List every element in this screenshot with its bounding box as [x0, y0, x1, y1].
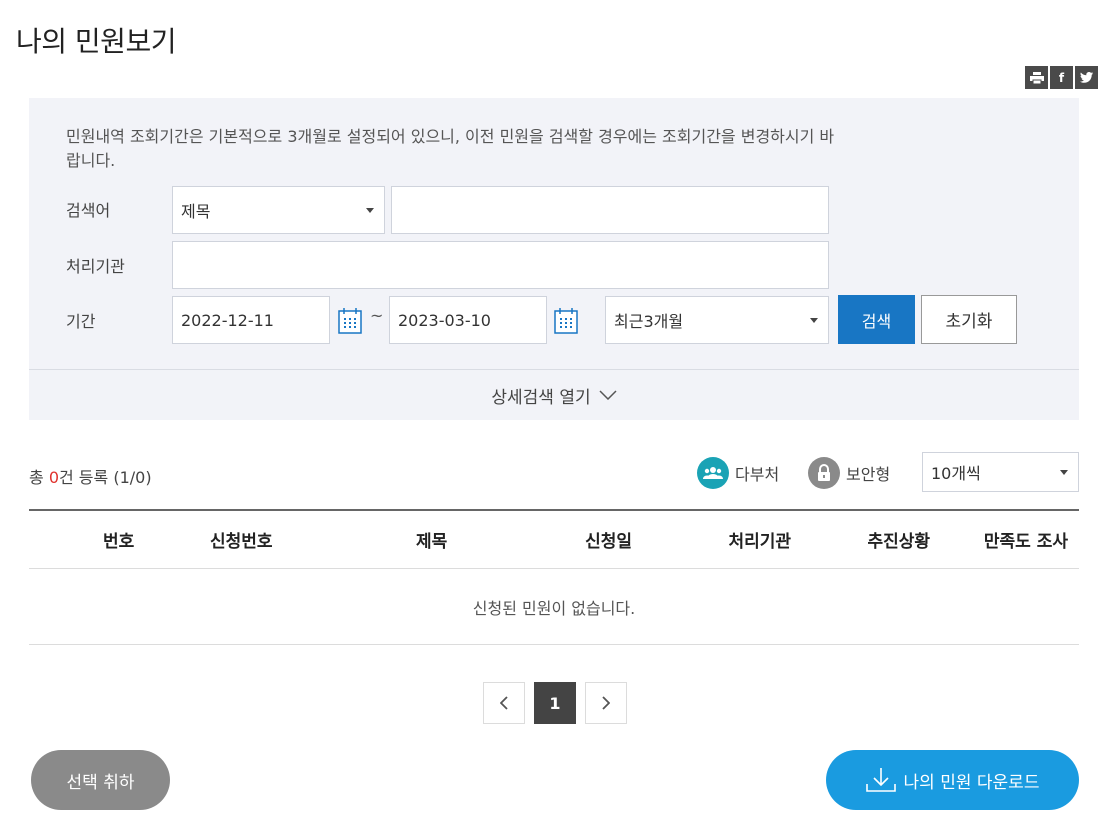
detail-search-label: 상세검색 열기 [491, 387, 591, 408]
keyword-input[interactable] [391, 186, 829, 234]
keyword-type-value: 제목 [181, 202, 211, 221]
column-header-status: 추진상황 [867, 532, 930, 552]
download-button[interactable]: 나의 민원 다운로드 [826, 750, 1079, 810]
search-panel: 민원내역 조회기간은 기본적으로 3개월로 설정되어 있으니, 이전 민원을 검… [29, 98, 1079, 420]
chevron-left-icon [500, 696, 508, 710]
column-header-date: 신청일 [585, 532, 632, 552]
deselect-button[interactable]: 선택 취하 [31, 750, 170, 810]
column-header-application-number: 신청번호 [210, 532, 273, 552]
lock-icon [808, 457, 840, 489]
calendar-icon[interactable] [338, 308, 362, 334]
summary-prefix: 총 [29, 468, 49, 487]
chevron-down-icon [366, 208, 374, 213]
detail-search-toggle[interactable]: 상세검색 열기 [29, 369, 1079, 420]
empty-message: 신청된 민원이 없습니다. [29, 569, 1079, 645]
column-header-title: 제목 [416, 532, 448, 552]
table-header: 번호 신청번호 제목 신청일 처리기관 추진상황 만족도 조사 [29, 511, 1079, 569]
chevron-down-icon [1060, 470, 1068, 475]
facebook-icon: f [1058, 70, 1065, 85]
period-preset-select[interactable]: 최근3개월 [605, 296, 829, 344]
pagination: 1 [483, 682, 627, 724]
page-title: 나의 민원보기 [16, 25, 176, 58]
summary-suffix: 건 등록 (1/0) [59, 468, 152, 487]
search-button[interactable]: 검색 [838, 295, 915, 344]
period-label: 기간 [66, 312, 96, 331]
page-size-value: 10개씩 [931, 464, 981, 483]
twitter-share-button[interactable] [1075, 66, 1098, 89]
people-icon [697, 457, 729, 489]
agency-label: 처리기관 [66, 257, 125, 276]
keyword-label: 검색어 [66, 201, 111, 220]
share-bar: f [1025, 66, 1098, 89]
reset-button[interactable]: 초기화 [921, 295, 1017, 344]
complaints-table: 번호 신청번호 제목 신청일 처리기관 추진상황 만족도 조사 신청된 민원이 … [29, 509, 1079, 645]
result-summary: 총 0건 등록 (1/0) [29, 464, 152, 488]
facebook-share-button[interactable]: f [1050, 66, 1073, 89]
start-date-input[interactable]: 2022-12-11 [172, 296, 330, 344]
legend-secure-label: 보안형 [846, 465, 891, 484]
result-count: 0 [48, 468, 59, 487]
printer-icon [1029, 71, 1044, 84]
date-range-separator: ~ [370, 306, 384, 325]
page-size-select[interactable]: 10개씩 [922, 452, 1079, 492]
column-header-number: 번호 [103, 532, 135, 552]
download-icon [865, 768, 896, 792]
next-page-button[interactable] [585, 682, 627, 724]
page-1-button[interactable]: 1 [534, 682, 576, 724]
print-button[interactable] [1025, 66, 1048, 89]
period-preset-value: 최근3개월 [614, 312, 684, 331]
calendar-icon[interactable] [554, 308, 578, 334]
agency-input[interactable] [172, 241, 829, 289]
keyword-type-select[interactable]: 제목 [172, 186, 385, 234]
column-header-agency: 처리기관 [728, 532, 791, 552]
chevron-down-icon [810, 318, 818, 323]
prev-page-button[interactable] [483, 682, 525, 724]
legend-multi-agency: 다부처 [697, 457, 779, 489]
search-description: 민원내역 조회기간은 기본적으로 3개월로 설정되어 있으니, 이전 민원을 검… [66, 127, 835, 170]
download-label: 나의 민원 다운로드 [903, 772, 1040, 793]
start-date-value: 2022-12-11 [181, 310, 274, 330]
column-header-satisfaction: 만족도 조사 [983, 532, 1068, 552]
chevron-right-icon [602, 696, 610, 710]
end-date-input[interactable]: 2023-03-10 [389, 296, 547, 344]
legend-multi-label: 다부처 [735, 465, 780, 484]
end-date-value: 2023-03-10 [398, 310, 491, 330]
legend-secure: 보안형 [808, 457, 890, 489]
twitter-icon [1080, 72, 1093, 83]
chevron-down-icon [599, 390, 617, 400]
